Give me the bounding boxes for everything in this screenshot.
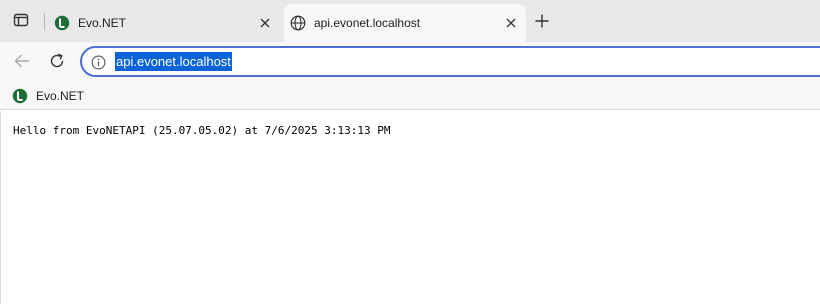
tab-title: Evo.NET xyxy=(78,16,127,30)
response-text: Hello from EvoNETAPI (25.07.05.02) at 7/… xyxy=(13,124,391,137)
tab-separator xyxy=(44,13,45,31)
close-icon[interactable] xyxy=(502,14,520,32)
url-text[interactable]: api.evonet.localhost xyxy=(115,52,232,71)
bookmark-evonet[interactable]: Evo.NET xyxy=(10,86,84,106)
new-tab-button[interactable] xyxy=(530,10,554,34)
tab-actions-icon xyxy=(13,12,29,31)
plus-icon xyxy=(535,14,549,31)
reload-button[interactable] xyxy=(45,50,69,74)
evonet-logo-icon xyxy=(12,88,28,104)
bookmark-label: Evo.NET xyxy=(36,89,85,103)
reload-icon xyxy=(48,52,66,73)
arrow-left-icon xyxy=(13,52,31,73)
toolbar: api.evonet.localhost xyxy=(0,42,820,82)
close-icon[interactable] xyxy=(256,14,274,32)
address-bar[interactable]: api.evonet.localhost xyxy=(80,46,820,77)
tab-evonet[interactable]: Evo.NET xyxy=(48,4,280,42)
tab-strip: Evo.NET api.evonet.localhost xyxy=(0,0,820,42)
bookmarks-bar: Evo.NET xyxy=(0,82,820,110)
info-icon[interactable] xyxy=(90,54,106,70)
globe-icon xyxy=(290,15,306,31)
tab-api-evonet[interactable]: api.evonet.localhost xyxy=(284,4,526,42)
evonet-logo-icon xyxy=(54,15,70,31)
back-button[interactable] xyxy=(10,50,34,74)
page-content: Hello from EvoNETAPI (25.07.05.02) at 7/… xyxy=(0,111,820,304)
tab-title: api.evonet.localhost xyxy=(314,16,421,30)
tab-actions-button[interactable] xyxy=(8,8,34,34)
